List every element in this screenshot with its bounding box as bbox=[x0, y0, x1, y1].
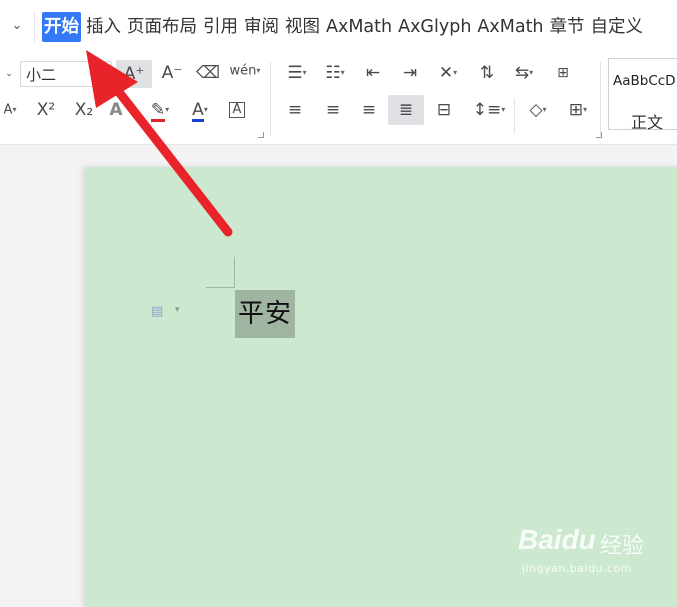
arrow-shaft bbox=[103, 73, 233, 237]
watermark: Baidu 经验 jingyan.baidu.com bbox=[518, 512, 673, 582]
watermark-cn: 经验 bbox=[600, 534, 645, 559]
watermark-brand: Baidu bbox=[518, 524, 596, 555]
watermark-url: jingyan.baidu.com bbox=[522, 562, 633, 575]
annotation-arrow bbox=[86, 50, 233, 237]
